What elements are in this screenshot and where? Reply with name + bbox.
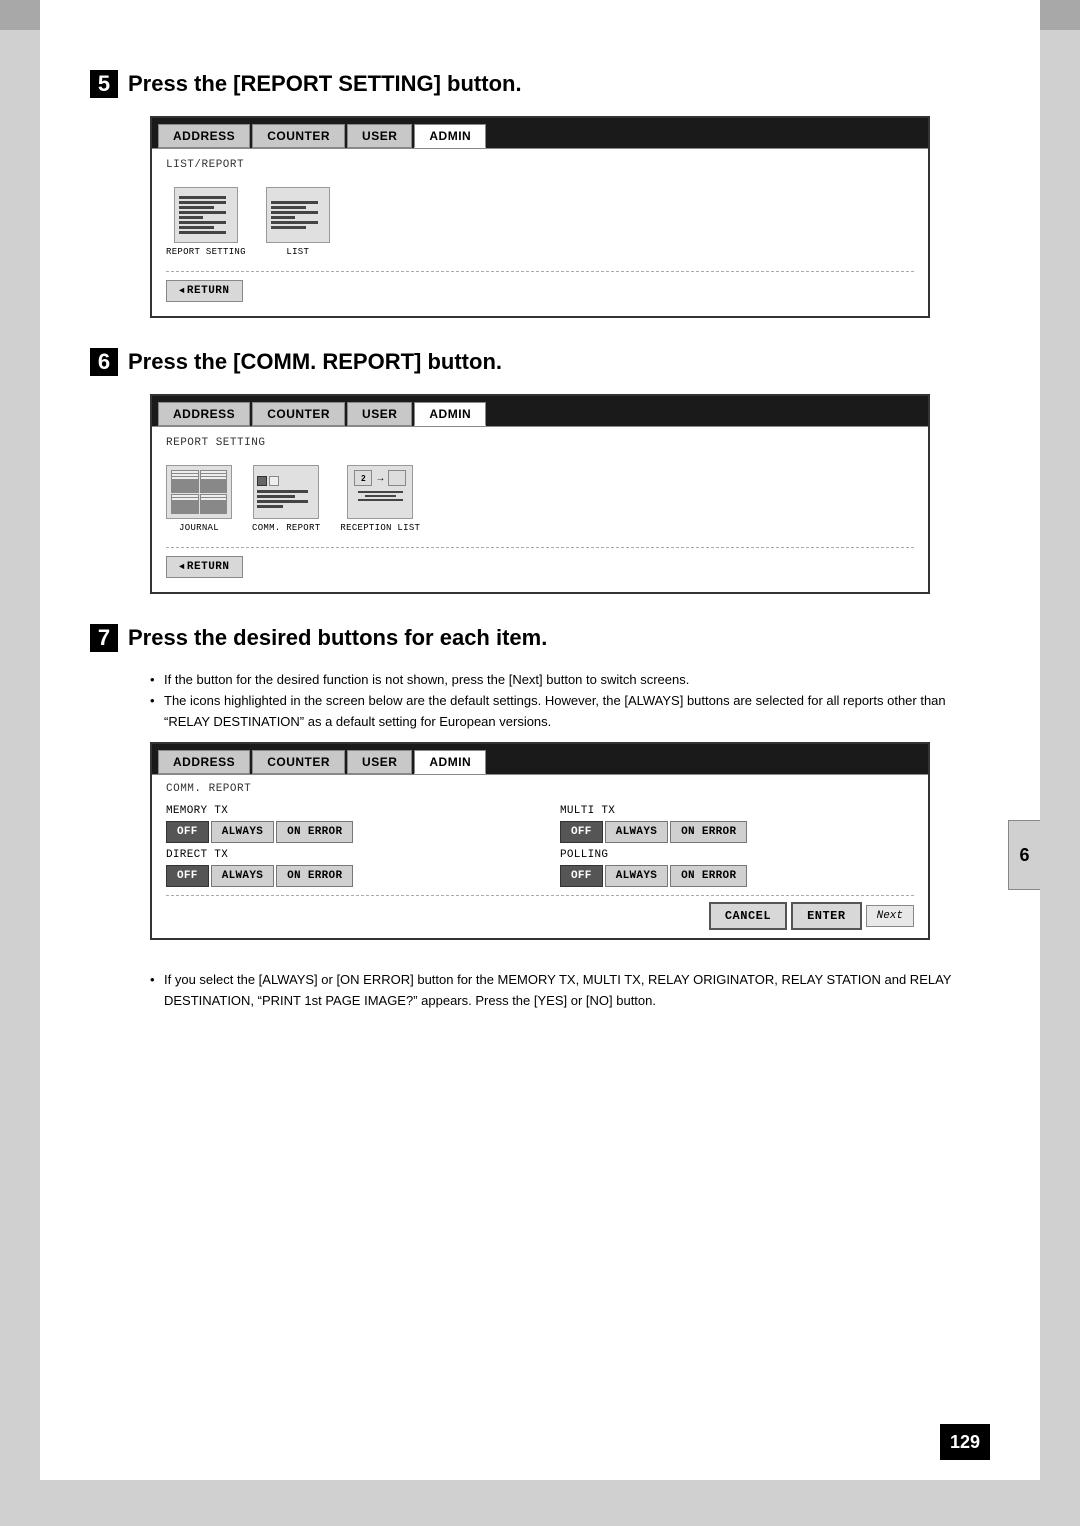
step5-tab-address[interactable]: ADDRESS [158,124,250,148]
step7-multi-tx-label: MULTI TX [560,805,914,817]
step7-memory-tx-always[interactable]: ALWAYS [211,821,274,843]
step7-multi-tx-on-error[interactable]: ON ERROR [670,821,747,843]
step7-section-label: COMM. REPORT [166,783,914,795]
step5-return-btn[interactable]: RETURN [166,280,243,302]
step7-number: 7 [90,624,118,652]
step7-footer-bullet-1: If you select the [ALWAYS] or [ON ERROR]… [150,970,990,1012]
step5-heading: 5 Press the [REPORT SETTING] button. [90,70,990,98]
step5-screen: ADDRESS COUNTER USER ADMIN LIST/REPORT [150,116,930,318]
step6-heading: 6 Press the [COMM. REPORT] button. [90,348,990,376]
step7-row-2: DIRECT TX OFF ALWAYS ON ERROR POLLING OF… [166,849,914,887]
step7-footer-bullets: If you select the [ALWAYS] or [ON ERROR]… [150,970,990,1012]
step6-tab-counter[interactable]: COUNTER [252,402,345,426]
step7-tab-bar: ADDRESS COUNTER USER ADMIN [152,744,928,774]
step7-direct-tx-buttons: OFF ALWAYS ON ERROR [166,865,520,887]
step6-comm-report-box [253,465,319,519]
page-number: 129 [940,1424,990,1460]
step7-screen-content: COMM. REPORT MEMORY TX OFF ALWAYS ON ERR… [152,774,928,938]
step6-title: Press the [COMM. REPORT] button. [128,349,502,375]
step7-enter-btn[interactable]: ENTER [791,902,862,930]
step6-reception-list-label: RECEPTION LIST [340,523,420,533]
step6-tab-user[interactable]: USER [347,402,412,426]
step7-screen: ADDRESS COUNTER USER ADMIN COMM. REPORT … [150,742,930,940]
step7-multi-tx-buttons: OFF ALWAYS ON ERROR [560,821,914,843]
step7-polling-buttons: OFF ALWAYS ON ERROR [560,865,914,887]
step5-tab-admin[interactable]: ADMIN [414,124,486,148]
step6-tab-bar: ADDRESS COUNTER USER ADMIN [152,396,928,426]
step5-screen-content: LIST/REPORT [152,148,928,316]
step7-tab-admin[interactable]: ADMIN [414,750,486,774]
step7-memory-tx-buttons: OFF ALWAYS ON ERROR [166,821,520,843]
step7-tab-address[interactable]: ADDRESS [158,750,250,774]
step7-title: Press the desired buttons for each item. [128,625,547,651]
step6-tab-admin[interactable]: ADMIN [414,402,486,426]
step6-icon-journal[interactable]: JOURNAL [166,465,232,533]
step7-direct-tx-off[interactable]: OFF [166,865,209,887]
step7-bullets: If the button for the desired function i… [150,670,990,732]
step7-cancel-btn[interactable]: CANCEL [709,902,787,930]
step5-return-row: RETURN [166,271,914,302]
step5-number: 5 [90,70,118,98]
step5-list-box [266,187,330,243]
step6-icon-row: JOURNAL [166,459,914,539]
step5-tab-counter[interactable]: COUNTER [252,124,345,148]
step7-bottom-buttons: CANCEL ENTER Next [166,895,914,930]
step6-journal-label: JOURNAL [179,523,219,533]
side-tab: 6 [1008,820,1040,890]
step7-col-polling: POLLING OFF ALWAYS ON ERROR [560,849,914,887]
step5-list-label: LIST [286,247,309,257]
step5-section-label: LIST/REPORT [166,159,914,171]
page-content: 5 Press the [REPORT SETTING] button. ADD… [40,0,1040,1480]
step7-polling-label: POLLING [560,849,914,861]
step7-direct-tx-on-error[interactable]: ON ERROR [276,865,353,887]
step7-col-direct-tx: DIRECT TX OFF ALWAYS ON ERROR [166,849,520,887]
step5-tab-bar: ADDRESS COUNTER USER ADMIN [152,118,928,148]
step6-reception-list-box: 2 → [347,465,413,519]
step7-direct-tx-label: DIRECT TX [166,849,520,861]
step7-polling-off[interactable]: OFF [560,865,603,887]
step6-number: 6 [90,348,118,376]
step6-screen: ADDRESS COUNTER USER ADMIN REPORT SETTIN… [150,394,930,594]
step5-icon-report-setting[interactable]: REPORT SETTING [166,187,246,257]
step6-return-row: RETURN [166,547,914,578]
step6-screen-content: REPORT SETTING [152,426,928,592]
step7-memory-tx-label: MEMORY TX [166,805,520,817]
step7-polling-always[interactable]: ALWAYS [605,865,668,887]
step5-icon-list[interactable]: LIST [266,187,330,257]
step7-col-memory-tx: MEMORY TX OFF ALWAYS ON ERROR [166,805,520,843]
step6-return-btn[interactable]: RETURN [166,556,243,578]
step7-multi-tx-off[interactable]: OFF [560,821,603,843]
step7-direct-tx-always[interactable]: ALWAYS [211,865,274,887]
step7-multi-tx-always[interactable]: ALWAYS [605,821,668,843]
step6-tab-address[interactable]: ADDRESS [158,402,250,426]
step7-memory-tx-on-error[interactable]: ON ERROR [276,821,353,843]
step7-tab-user[interactable]: USER [347,750,412,774]
step6-journal-box [166,465,232,519]
step5-tab-user[interactable]: USER [347,124,412,148]
step7-bullet-1: If the button for the desired function i… [150,670,990,691]
step7-heading: 7 Press the desired buttons for each ite… [90,624,990,652]
step5-report-setting-box [174,187,238,243]
step6-section-label: REPORT SETTING [166,437,914,449]
step7-tab-counter[interactable]: COUNTER [252,750,345,774]
step7-polling-on-error[interactable]: ON ERROR [670,865,747,887]
step5-icon-row: REPORT SETTING LIST [166,181,914,263]
step6-icon-reception-list[interactable]: 2 → RECEPTION LIST [340,465,420,533]
step5-title: Press the [REPORT SETTING] button. [128,71,522,97]
step7-col-multi-tx: MULTI TX OFF ALWAYS ON ERROR [560,805,914,843]
step7-next-btn[interactable]: Next [866,905,914,927]
step7-row-1: MEMORY TX OFF ALWAYS ON ERROR MULTI TX O… [166,805,914,843]
step6-comm-report-label: COMM. REPORT [252,523,320,533]
step5-report-setting-label: REPORT SETTING [166,247,246,257]
step7-memory-tx-off[interactable]: OFF [166,821,209,843]
step6-icon-comm-report[interactable]: COMM. REPORT [252,465,320,533]
step7-bullet-2: The icons highlighted in the screen belo… [150,691,990,733]
